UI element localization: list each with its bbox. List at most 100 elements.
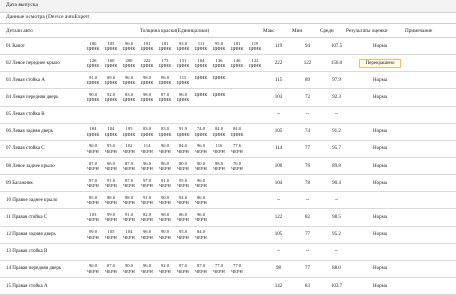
thickness-reading: [228, 178, 246, 189]
thickness-cells: 97.0 ЧЕРН 91.0 ЧЕРН 87.0 ЧЕРН 97.0 ЧЕРН 91.0 ЧЕРН…: [84, 174, 264, 193]
thickness-reading: 101 ЦИНК: [228, 41, 246, 52]
thickness-reading: 119 ЦИНК: [246, 41, 264, 52]
thickness-cells: [84, 277, 264, 295]
thickness-reading: 91.0 ЧЕРН: [102, 178, 120, 189]
min-value: --: [293, 191, 322, 210]
substrate-type: ЧЕРН: [87, 183, 99, 189]
substrate-type: ЧЕРН: [105, 234, 117, 240]
table-row: 15 Правая стойка А 142 83 103.7 Норма: [0, 277, 456, 295]
substrate-type: ЦИНК: [104, 131, 118, 137]
substrate-type: ЧЕРН: [123, 166, 135, 172]
report-page: { "header": { "release_date": "Дата выпу…: [0, 0, 456, 295]
result-label: Норма: [373, 232, 387, 238]
substrate-type: ЧЕРН: [105, 200, 117, 206]
thickness-reading: 104 ЦИНК: [102, 126, 120, 137]
thickness-reading: 94.0 ЧЕРН: [174, 195, 192, 206]
substrate-type: ЧЕРН: [177, 268, 189, 274]
substrate-type: ЦИНК: [158, 80, 172, 86]
thickness-reading: 74.0 ЦИНК: [192, 126, 210, 137]
thickness-reading: 87.0 ЧЕРН: [192, 263, 210, 274]
substrate-type: ЧЕРН: [177, 200, 189, 206]
thickness-reading: [246, 143, 264, 154]
thickness-reading: 84.0 ЧЕРН: [174, 143, 192, 154]
thickness-reading: 96.0 ЧЕРН: [138, 161, 156, 172]
avg-value: --: [322, 106, 351, 124]
substrate-type: ЦИНК: [158, 46, 172, 52]
substrate-type: ЧЕРН: [195, 217, 207, 223]
result-label: Норма: [373, 214, 387, 220]
substrate-type: ЦИНК: [248, 63, 262, 69]
avg-value: 88.0: [322, 260, 351, 278]
thickness-reading: 104 ЦИНК: [84, 126, 102, 137]
substrate-type: ЧЕРН: [123, 217, 135, 223]
thickness-reading: 90.0 ЧЕРН: [156, 229, 174, 240]
result-cell: Норма: [351, 208, 409, 227]
thickness-reading: ЦИНК: [210, 92, 228, 103]
thickness-reading: 88.0 ЧЕРН: [210, 161, 228, 172]
substrate-type: ЦИНК: [140, 131, 154, 137]
substrate-type: ЧЕРН: [231, 166, 243, 172]
thickness-reading: 96.0 ЧЕРН: [138, 263, 156, 274]
thickness-reading: 97.0 ЧЕРН: [138, 178, 156, 189]
thickness-reading: 116 ЧЕРН: [210, 143, 228, 154]
thickness-reading: [210, 195, 228, 206]
substrate-type: ЧЕРН: [87, 200, 99, 206]
result-cell: Перекрашено: [351, 54, 409, 73]
substrate-type: ЧЕРН: [141, 166, 153, 172]
substrate-type: ЧЕРН: [105, 148, 117, 154]
thickness-cells: [84, 243, 264, 261]
thickness-reading: 222 ЦИНК: [138, 58, 156, 69]
substrate-type: ЧЕРН: [177, 183, 189, 189]
note-cell: [409, 157, 456, 176]
part-name: 06 Левая задняя дверь: [0, 123, 84, 141]
result-cell: Норма: [351, 260, 409, 278]
thickness-reading: 90.0 ЧЕРН: [156, 195, 174, 206]
thickness-cells: 126 ЦИНК 160 ЦИНК 200 ЦИНК 222 ЦИНК 173 ЦИНК 151 ЦИ…: [84, 54, 264, 73]
thickness-reading: 102 ЧЕРН: [120, 143, 138, 154]
substrate-type: ЦИНК: [86, 131, 100, 137]
substrate-type: ЧЕРН: [105, 268, 117, 274]
substrate-type: ЧЕРН: [231, 268, 243, 274]
substrate-type: ЦИНК: [248, 46, 262, 52]
thickness-cells: 87.0 ЧЕРН 96.0 ЧЕРН 87.0 ЧЕРН 96.0 ЧЕРН 96.0 ЧЕРН…: [84, 157, 264, 176]
col-header-max: Макс: [263, 28, 275, 34]
thickness-reading: [228, 195, 246, 206]
substrate-type: ЦИНК: [140, 97, 154, 103]
part-name: 03 Левая стойка А: [0, 71, 84, 90]
substrate-type: ЦИНК: [140, 80, 154, 86]
thickness-reading: 96.0 ЧЕРН: [84, 143, 102, 154]
substrate-type: ЧЕРН: [105, 217, 117, 223]
thickness-reading: 85.0 ЧЕРН: [84, 195, 102, 206]
thickness-reading: 86.0 ЧЕРН: [192, 195, 210, 206]
thickness-reading: 87.0 ЦИНК: [156, 92, 174, 103]
substrate-type: ЧЕРН: [213, 166, 225, 172]
note-cell: [409, 208, 456, 227]
thickness-reading: [210, 178, 228, 189]
thickness-cells: 104 ЦИНК 104 ЦИНК 105 ЦИНК 83.0 ЦИНК 83.0 ЦИНК 91.…: [84, 123, 264, 141]
thickness-reading: 95.0 ЧЕРН: [174, 178, 192, 189]
substrate-type: ЦИНК: [122, 131, 136, 137]
substrate-type: ЧЕРН: [141, 217, 153, 223]
substrate-type: ЧЕРН: [159, 234, 171, 240]
avg-value: 107.5: [322, 38, 351, 56]
avg-value: --: [322, 243, 351, 261]
min-value: 77: [293, 140, 322, 158]
thickness-reading: ЦИНК: [210, 75, 228, 86]
substrate-type: ЦИНК: [230, 63, 244, 69]
substrate-type: ЦИНК: [176, 46, 190, 52]
substrate-type: ЦИНК: [194, 46, 208, 52]
min-value: --: [293, 243, 322, 261]
substrate-type: ЦИНК: [104, 80, 118, 86]
result-label: Норма: [373, 283, 387, 289]
thickness-reading: 82.0 ЧЕРН: [138, 212, 156, 223]
thickness-reading: [228, 212, 246, 223]
inspection-table: 01 Капот 100 ЦИНК 105 ЦИНК 96.0 ЦИНК 101 ЦИНК 101…: [0, 38, 456, 295]
thickness-reading: 101 ЦИНК: [156, 41, 174, 52]
thickness-reading: 126 ЦИНК: [84, 58, 102, 69]
result-label: Норма: [373, 129, 387, 135]
substrate-type: ЦИНК: [104, 63, 118, 69]
result-label: Норма: [373, 77, 387, 83]
table-row: 03 Левая стойка А 91.0 ЦИНК 89.0 ЦИНК 96.0 ЦИН…: [0, 71, 456, 90]
substrate-type: ЧЕРН: [159, 148, 171, 154]
result-label: Норма: [373, 180, 387, 186]
